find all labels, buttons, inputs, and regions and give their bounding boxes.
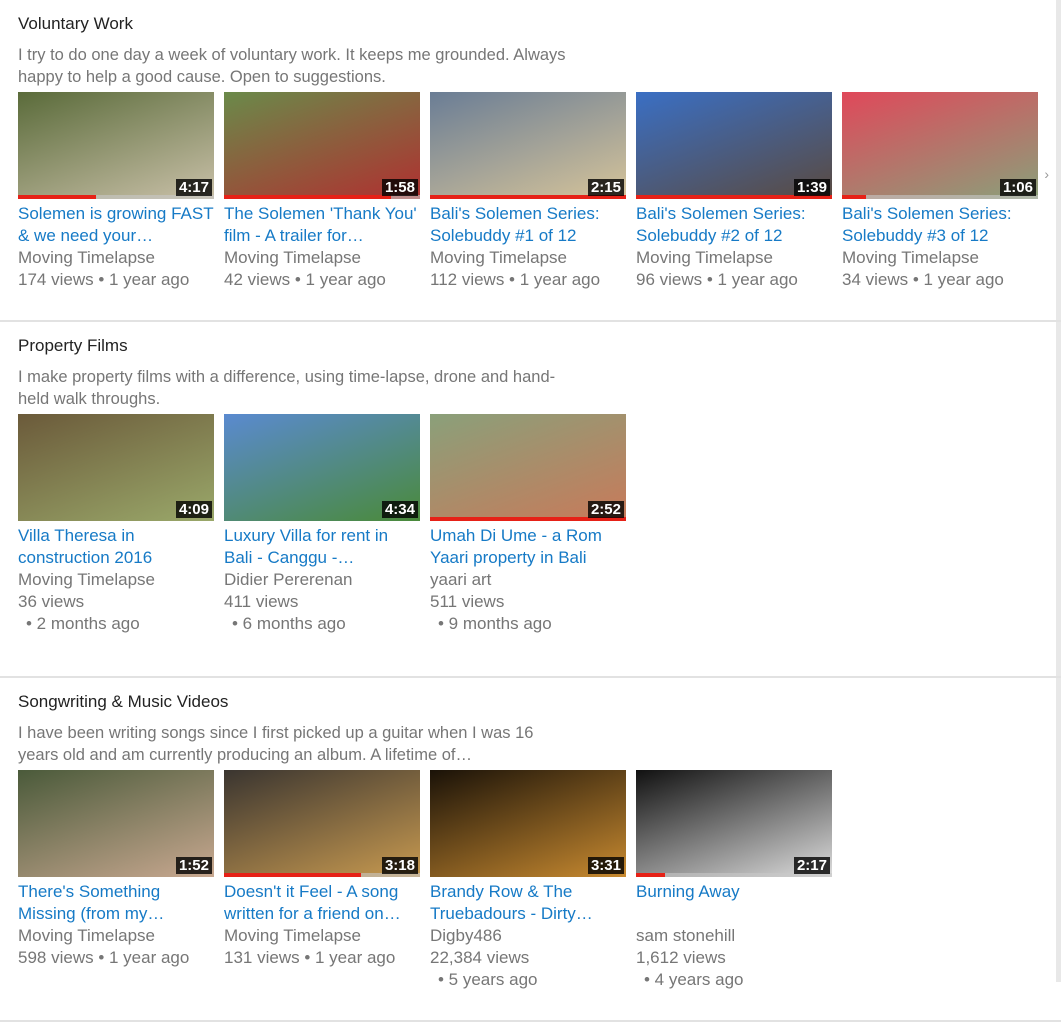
video-thumbnail[interactable]: 4:17 — [18, 92, 214, 199]
channel-name[interactable]: Didier Pererenan — [224, 569, 420, 591]
duration-badge: 2:15 — [587, 179, 624, 196]
view-count: 42 views • 1 year ago — [224, 270, 386, 289]
duration-badge: 2:17 — [793, 857, 830, 874]
section-description: I have been writing songs since I first … — [18, 724, 534, 764]
view-count: 511 views — [430, 592, 505, 611]
channel-name[interactable]: Digby486 — [430, 925, 626, 947]
view-count: 131 views • 1 year ago — [224, 948, 396, 967]
video-card[interactable]: 1:06 Bali's Solemen Series: Solebuddy #3 … — [842, 92, 1038, 291]
channel-name[interactable]: sam stonehill — [636, 925, 832, 947]
video-card[interactable]: 3:18 Doesn't it Feel - A song written for… — [224, 770, 420, 991]
video-card[interactable]: 4:09 Villa Theresa in construction 2016 Mo… — [18, 414, 214, 635]
video-thumbnail[interactable]: 1:06 — [842, 92, 1038, 199]
video-thumbnail[interactable]: 3:31 — [430, 770, 626, 877]
video-title-link[interactable]: Villa Theresa in construction 2016 — [18, 525, 214, 569]
view-count: 112 views • 1 year ago — [430, 270, 601, 289]
channel-name[interactable]: Moving Timelapse — [224, 925, 420, 947]
channel-name[interactable]: Moving Timelapse — [18, 247, 214, 269]
upload-age: • 5 years ago — [438, 970, 538, 989]
watch-progress-bar — [18, 195, 97, 199]
video-thumbnail[interactable]: 1:58 — [224, 92, 420, 199]
video-title-link[interactable]: The Solemen 'Thank You' film - A trailer… — [224, 203, 420, 247]
upload-age: • 9 months ago — [438, 614, 552, 633]
video-thumbnail[interactable]: 2:52 — [430, 414, 626, 521]
channel-name[interactable]: Moving Timelapse — [430, 247, 626, 269]
video-title-link[interactable]: Burning Away — [636, 881, 832, 925]
video-row: 1:52 There's Something Missing (from my… M… — [18, 770, 1061, 991]
shelf-section: Songwriting & Music Videos I have been wr… — [0, 678, 1061, 1022]
section-title[interactable]: Voluntary Work — [18, 12, 1061, 36]
duration-badge: 1:06 — [999, 179, 1036, 196]
video-thumbnail[interactable]: 2:15 — [430, 92, 626, 199]
view-count: 22,384 views — [430, 948, 530, 967]
duration-badge: 1:52 — [175, 857, 212, 874]
upload-age: • 4 years ago — [644, 970, 744, 989]
video-title-link[interactable]: Solemen is growing FAST & we need your… — [18, 203, 214, 247]
video-card[interactable]: 2:52 Umah Di Ume - a Rom Yaari property i… — [430, 414, 626, 635]
video-thumbnail[interactable]: 4:34 — [224, 414, 420, 521]
upload-age: • 2 months ago — [26, 614, 140, 633]
section-description: I try to do one day a week of voluntary … — [18, 46, 566, 86]
duration-badge: 2:52 — [587, 501, 624, 518]
channel-name[interactable]: Moving Timelapse — [18, 569, 214, 591]
video-title-link[interactable]: Bali's Solemen Series: Solebuddy #1 of 1… — [430, 203, 626, 247]
section-title[interactable]: Property Films — [18, 334, 1061, 358]
video-card[interactable]: 2:17 Burning Away sam stonehill 1,612 views… — [636, 770, 832, 991]
duration-badge: 3:31 — [587, 857, 624, 874]
section-title[interactable]: Songwriting & Music Videos — [18, 690, 1061, 714]
video-card[interactable]: 1:52 There's Something Missing (from my… M… — [18, 770, 214, 991]
duration-badge: 1:58 — [381, 179, 418, 196]
duration-badge: 4:09 — [175, 501, 212, 518]
watch-progress-bar — [224, 873, 362, 877]
view-count: 36 views — [18, 592, 85, 611]
section-description: I make property films with a difference,… — [18, 368, 556, 408]
view-count: 1,612 views — [636, 948, 726, 967]
video-card[interactable]: 4:34 Luxury Villa for rent in Bali - Cang… — [224, 414, 420, 635]
video-card[interactable]: 1:58 The Solemen 'Thank You' film - A tra… — [224, 92, 420, 291]
watch-progress-bar — [636, 873, 666, 877]
video-card[interactable]: 4:17 Solemen is growing FAST & we need yo… — [18, 92, 214, 291]
channel-name[interactable]: Moving Timelapse — [842, 247, 1038, 269]
video-title-link[interactable]: Umah Di Ume - a Rom Yaari property in Ba… — [430, 525, 626, 569]
video-title-link[interactable]: Luxury Villa for rent in Bali - Canggu -… — [224, 525, 420, 569]
video-title-link[interactable]: Bali's Solemen Series: Solebuddy #2 of 1… — [636, 203, 832, 247]
video-card[interactable]: 1:39 Bali's Solemen Series: Solebuddy #2 … — [636, 92, 832, 291]
video-row: 4:17 Solemen is growing FAST & we need yo… — [18, 92, 1061, 291]
watch-progress-bar — [842, 195, 866, 199]
video-title-link[interactable]: There's Something Missing (from my… — [18, 881, 214, 925]
video-title-link[interactable]: Bali's Solemen Series: Solebuddy #3 of 1… — [842, 203, 1038, 247]
video-thumbnail[interactable]: 1:39 — [636, 92, 832, 199]
video-thumbnail[interactable]: 3:18 — [224, 770, 420, 877]
channel-name[interactable]: yaari art — [430, 569, 626, 591]
video-thumbnail[interactable]: 2:17 — [636, 770, 832, 877]
video-row: 4:09 Villa Theresa in construction 2016 Mo… — [18, 414, 1061, 635]
duration-badge: 3:18 — [381, 857, 418, 874]
view-count: 96 views • 1 year ago — [636, 270, 798, 289]
duration-badge: 4:34 — [381, 501, 418, 518]
channel-name[interactable]: Moving Timelapse — [18, 925, 214, 947]
video-card[interactable]: 2:15 Bali's Solemen Series: Solebuddy #1 … — [430, 92, 626, 291]
watch-progress-bar — [224, 195, 391, 199]
video-thumbnail[interactable]: 1:52 — [18, 770, 214, 877]
shelf-section: Voluntary Work I try to do one day a week… — [0, 0, 1061, 322]
shelf-section: Property Films I make property films with… — [0, 322, 1061, 678]
view-count: 174 views • 1 year ago — [18, 270, 190, 289]
duration-badge: 4:17 — [175, 179, 212, 196]
channel-sections: Voluntary Work I try to do one day a week… — [0, 0, 1061, 1022]
video-card[interactable]: 3:31 Brandy Row & The Truebadours - Dirty… — [430, 770, 626, 991]
view-count: 598 views • 1 year ago — [18, 948, 190, 967]
duration-badge: 1:39 — [793, 179, 830, 196]
chevron-right-icon[interactable]: › — [1044, 166, 1049, 182]
view-count: 34 views • 1 year ago — [842, 270, 1004, 289]
video-title-link[interactable]: Doesn't it Feel - A song written for a f… — [224, 881, 420, 925]
video-thumbnail[interactable]: 4:09 — [18, 414, 214, 521]
video-title-link[interactable]: Brandy Row & The Truebadours - Dirty… — [430, 881, 626, 925]
channel-name[interactable]: Moving Timelapse — [636, 247, 832, 269]
upload-age: • 6 months ago — [232, 614, 346, 633]
channel-name[interactable]: Moving Timelapse — [224, 247, 420, 269]
view-count: 411 views — [224, 592, 299, 611]
